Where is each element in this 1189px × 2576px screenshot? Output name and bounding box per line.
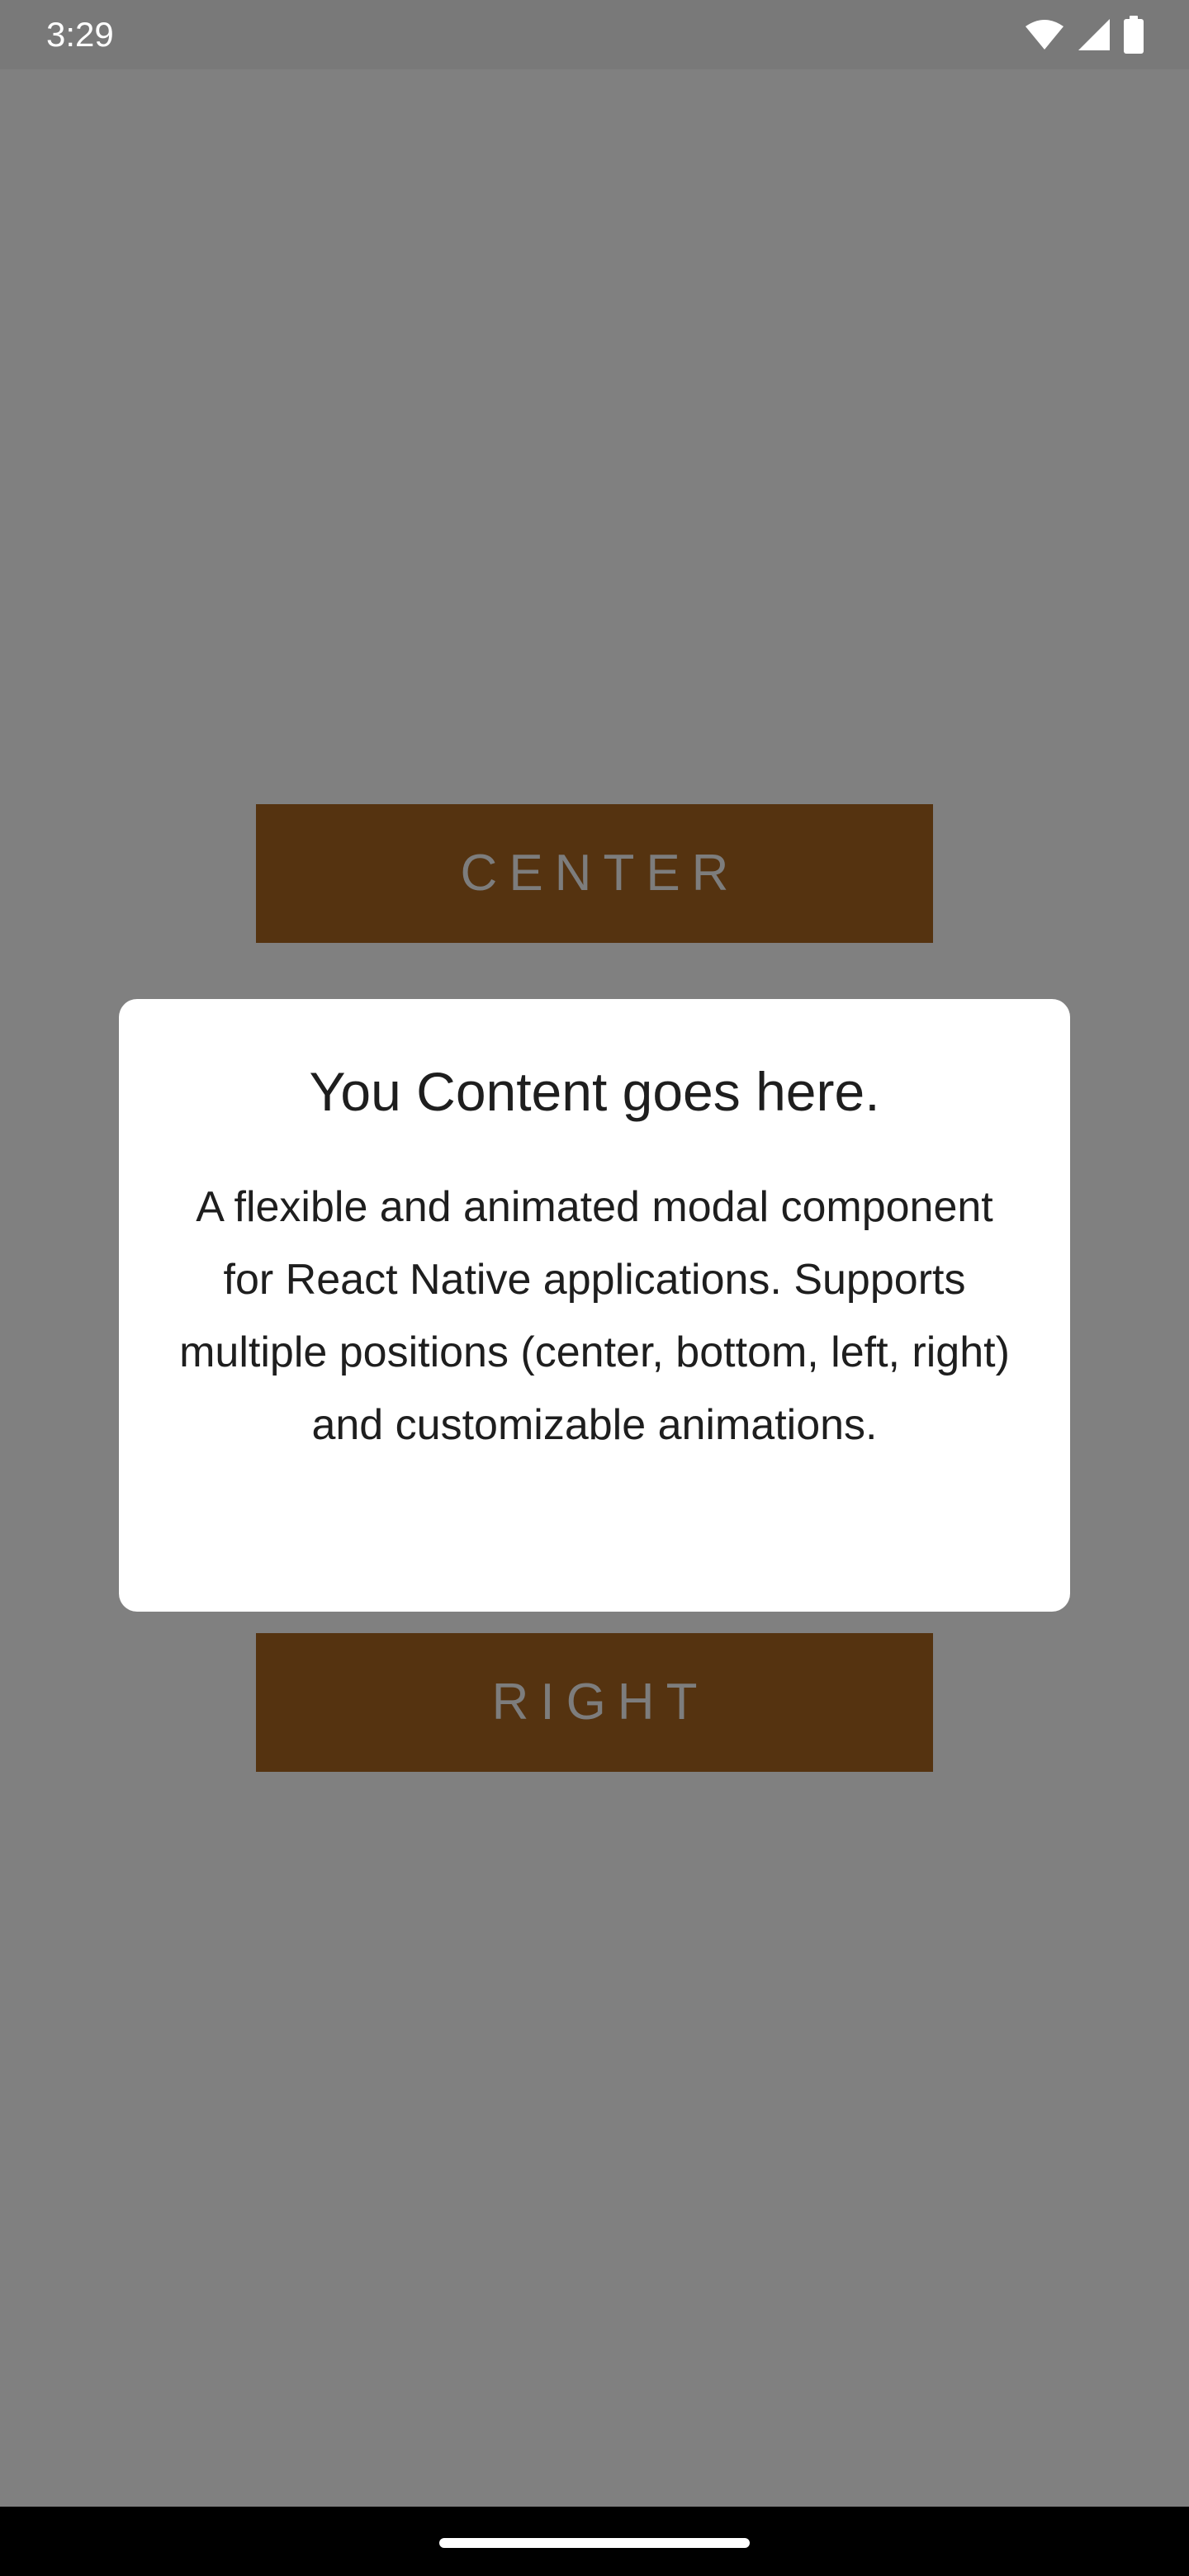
center-button[interactable]: CENTER (256, 804, 933, 943)
status-time: 3:29 (46, 15, 114, 54)
wifi-icon (1024, 18, 1065, 51)
battery-icon (1123, 16, 1144, 54)
cell-signal-icon (1077, 17, 1111, 52)
navigation-bar (0, 2507, 1189, 2576)
modal-body-text: A flexible and animated modal component … (179, 1183, 1010, 1449)
status-icons (1024, 15, 1144, 54)
home-indicator[interactable] (439, 2538, 750, 2548)
right-button[interactable]: RIGHT (256, 1633, 933, 1772)
modal-title: You Content goes here. (309, 1061, 880, 1122)
status-bar: 3:29 (0, 0, 1189, 69)
modal-dialog: You Content goes here. A flexible and an… (119, 999, 1070, 1612)
